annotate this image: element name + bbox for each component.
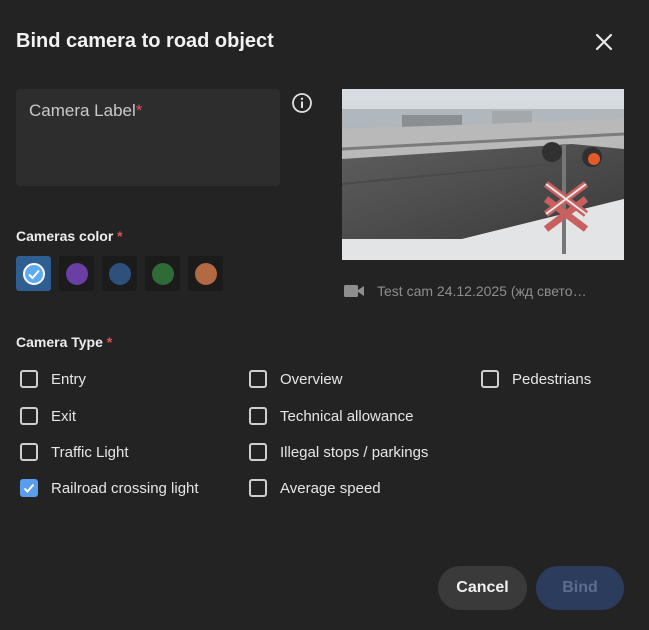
camera-type-label: Illegal stops / parkings — [280, 443, 429, 461]
camera-type-label: Traffic Light — [51, 443, 129, 461]
checkbox-icon — [249, 443, 267, 461]
checkbox-icon — [20, 370, 38, 388]
camera-type-label-text: Camera Type — [16, 334, 103, 350]
camera-type-label: Railroad crossing light — [51, 479, 199, 497]
color-swatch[interactable] — [102, 256, 137, 291]
camera-type-checkbox[interactable]: Average speed — [249, 479, 381, 497]
camera-name-text: Test cam 24.12.2025 (жд свето… — [377, 283, 587, 299]
camera-type-label: Overview — [280, 370, 343, 388]
color-swatch[interactable] — [59, 256, 94, 291]
camera-type-checkbox[interactable]: Pedestrians — [481, 370, 591, 388]
cameras-color-label-text: Cameras color — [16, 228, 114, 244]
required-mark: * — [117, 228, 123, 244]
color-dot — [194, 262, 217, 285]
color-dot — [108, 262, 131, 285]
camera-type-checkbox[interactable]: Illegal stops / parkings — [249, 443, 428, 461]
checkbox-icon — [249, 479, 267, 497]
color-swatch[interactable] — [145, 256, 180, 291]
video-camera-icon — [344, 285, 364, 297]
checkbox-icon — [249, 407, 267, 425]
camera-type-checkbox[interactable]: Exit — [20, 407, 76, 425]
color-swatch[interactable] — [188, 256, 223, 291]
camera-type-label: Pedestrians — [512, 370, 592, 388]
close-icon — [595, 33, 613, 51]
cancel-button[interactable]: Cancel — [438, 566, 527, 610]
checkbox-icon — [20, 443, 38, 461]
camera-type-checkbox[interactable]: Entry — [20, 370, 86, 388]
color-dot — [65, 262, 88, 285]
checkbox-icon — [249, 370, 267, 388]
checkbox-icon — [481, 370, 499, 388]
color-dot — [151, 262, 174, 285]
camera-type-checkbox[interactable]: Railroad crossing light — [20, 479, 199, 497]
checkbox-checked-icon — [20, 479, 38, 497]
camera-type-label: Camera Type * — [16, 334, 112, 350]
required-mark: * — [106, 334, 113, 350]
camera-type-checkbox[interactable]: Technical allowance — [249, 407, 413, 425]
info-icon[interactable] — [291, 92, 313, 114]
color-swatch[interactable] — [16, 256, 51, 291]
camera-label-floating-label: Camera Label* — [29, 101, 142, 121]
camera-caption: Test cam 24.12.2025 (жд свето… — [343, 282, 587, 300]
bind-button[interactable]: Bind — [536, 566, 624, 610]
checkbox-icon — [20, 407, 38, 425]
camera-type-checkbox[interactable]: Overview — [249, 370, 343, 388]
dialog-title: Bind camera to road object — [16, 30, 274, 52]
cameras-color-label: Cameras color * — [16, 228, 123, 244]
camera-type-checkbox[interactable]: Traffic Light — [20, 443, 129, 461]
camera-label-field[interactable]: Camera Label* — [16, 89, 280, 186]
close-button[interactable] — [592, 30, 616, 54]
camera-type-label: Average speed — [280, 479, 381, 497]
color-dot — [22, 262, 45, 285]
camera-preview-image — [342, 89, 624, 260]
camera-type-label: Technical allowance — [280, 407, 414, 425]
check-icon — [27, 269, 40, 279]
camera-label-text: Camera Label — [29, 101, 136, 120]
camera-type-label: Entry — [51, 370, 87, 388]
required-mark: * — [135, 101, 143, 120]
color-swatch-group — [16, 256, 223, 291]
camera-type-label: Exit — [51, 407, 77, 425]
